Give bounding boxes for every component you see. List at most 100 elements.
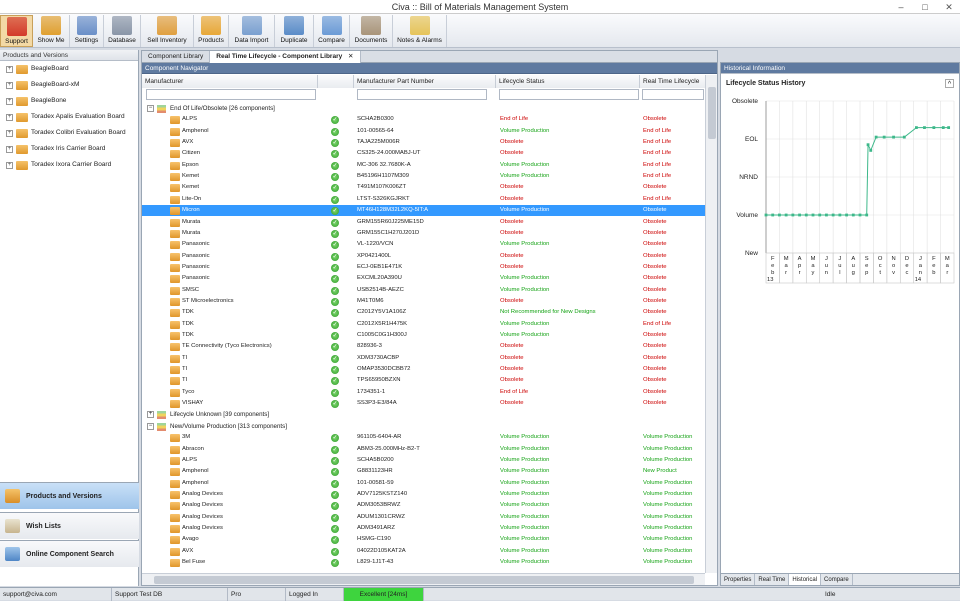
component-row[interactable]: 3M ✓ 961105-6404-AR Volume Production Volume…	[142, 432, 705, 443]
component-row[interactable]: Analog Devices ✓ ADM3491ARZ Volume Producti…	[142, 523, 705, 534]
toolbar-duplicate-button[interactable]: Duplicate	[275, 15, 314, 47]
group-toggle-icon[interactable]: −	[147, 422, 154, 430]
component-row[interactable]: Lite-On ✓ LTST-S326KGJRKT Obsolete End of Li…	[142, 194, 705, 205]
toolbar-support-button[interactable]: Support	[0, 15, 33, 47]
col-part-number[interactable]: Manufacturer Part Number	[354, 75, 496, 88]
part-filter-input[interactable]	[357, 89, 487, 100]
component-icon	[170, 173, 180, 182]
toolbar-documents-button[interactable]: Documents	[350, 15, 393, 47]
expand-icon[interactable]: +	[6, 97, 13, 105]
component-row[interactable]: Panasonic ✓ VL-1220/VCN Volume Production Ob…	[142, 239, 705, 250]
component-row[interactable]: Analog Devices ✓ ADUM1301CRWZ Volume Produc…	[142, 512, 705, 523]
tab-real-time-lifecycle[interactable]: Real Time Lifecycle - Component Library …	[210, 51, 361, 63]
nav-wish-lists[interactable]: Wish Lists	[0, 512, 139, 539]
component-row[interactable]: Kemet ✓ B45196H1107M309 Volume Production En…	[142, 171, 705, 182]
col-real-time-status[interactable]: Real Time Lifecycle Sta	[640, 75, 706, 98]
component-row[interactable]: Panasonic ✓ ECJ-0EB1E471K Obsolete Obsolete	[142, 262, 705, 273]
component-row[interactable]: Panasonic ✓ EXCML20A390U Volume Production O…	[142, 273, 705, 284]
col-manufacturer[interactable]: Manufacturer	[142, 75, 318, 88]
component-row[interactable]: Murata ✓ GRM155R60J225ME15D Obsolete Obsolet…	[142, 217, 705, 228]
vertical-scrollbar[interactable]	[705, 75, 717, 573]
component-row[interactable]: Amphenol ✓ 101-00565-64 Volume Production En…	[142, 126, 705, 137]
horizontal-scrollbar[interactable]	[142, 573, 705, 585]
collapse-chart-button[interactable]: ^	[945, 79, 954, 88]
component-row[interactable]: AVX ✓ TAJA225M006R Obsolete End of Life	[142, 137, 705, 148]
group-row[interactable]: − New/Volume Production [313 components]	[142, 421, 705, 432]
tab-real-time[interactable]: Real Time	[755, 574, 790, 585]
component-row[interactable]: VISHAY ✓ SS3P3-E3/84A Obsolete Obsolete	[142, 398, 705, 409]
toolbar-data-import-button[interactable]: Data Import	[229, 15, 275, 47]
component-row[interactable]: ALPS ✓ SCHA5B0200 Volume Production Volume P…	[142, 455, 705, 466]
component-row[interactable]: TE Connectivity (Tyco Electronics) ✓ 82893…	[142, 341, 705, 352]
tab-compare[interactable]: Compare	[821, 574, 853, 585]
manufacturer-filter-input[interactable]	[146, 89, 316, 100]
nav-online-component-search[interactable]: Online Component Search	[0, 540, 139, 567]
scroll-thumb[interactable]	[154, 576, 694, 584]
product-item[interactable]: + Toradex Apalis Evaluation Board	[0, 109, 138, 125]
toolbar-sell-inventory-button[interactable]: Sell Inventory	[141, 15, 194, 47]
component-row[interactable]: Murata ✓ GRM155C1H270J201D Obsolete Obsolete	[142, 228, 705, 239]
status-filter-input[interactable]	[499, 89, 639, 100]
component-row[interactable]: Analog Devices ✓ ADV7125KSTZ140 Volume Prod…	[142, 489, 705, 500]
product-item[interactable]: + BeagleBoard	[0, 61, 138, 77]
component-row[interactable]: TDK ✓ C2012Y5V1A106Z Not Recommended for Ne…	[142, 307, 705, 318]
component-row[interactable]: Tyco ✓ 1734351-1 End of Life Obsolete	[142, 387, 705, 398]
product-item[interactable]: + BeagleBone	[0, 93, 138, 109]
expand-icon[interactable]: +	[6, 113, 13, 121]
component-row[interactable]: Micron ✓ MT46H128M32L2KQ-5IT:A Volume Produ…	[142, 205, 705, 217]
check-icon: ✓	[331, 150, 339, 159]
component-row[interactable]: Citizen ✓ CS325-24.000MABJ-UT Obsolete End o…	[142, 148, 705, 159]
component-row[interactable]: Abracon ✓ ABM3-25.000MHz-B2-T Volume Produc…	[142, 444, 705, 455]
product-item[interactable]: + Toradex Colibri Evaluation Board	[0, 125, 138, 141]
scroll-thumb[interactable]	[708, 87, 716, 139]
group-toggle-icon[interactable]: −	[147, 105, 154, 112]
expand-icon[interactable]: +	[6, 161, 13, 169]
minimize-button[interactable]: –	[890, 0, 912, 14]
component-row[interactable]: Amphenol ✓ 101-00581-59 Volume Production Vo…	[142, 478, 705, 489]
component-row[interactable]: Bel Fuse ✓ L829-1J1T-43 Volume Production Vo…	[142, 557, 705, 568]
status-login: Logged In	[286, 588, 344, 601]
group-row[interactable]: − End Of Life/Obsolete [26 components]	[142, 103, 705, 114]
toolbar-products-button[interactable]: Products	[194, 15, 229, 47]
group-toggle-icon[interactable]: +	[147, 411, 154, 419]
component-row[interactable]: SMSC ✓ USB2514B-AEZC Volume Production Obsol…	[142, 285, 705, 296]
col-lifecycle-status[interactable]: Lifecycle Status	[496, 75, 640, 88]
expand-icon[interactable]: +	[6, 81, 13, 89]
component-row[interactable]: Epson ✓ MC-306 32.7680K-A Volume Production…	[142, 160, 705, 171]
maximize-button[interactable]: □	[914, 0, 936, 14]
close-window-button[interactable]: ✕	[938, 0, 960, 14]
product-item[interactable]: + Toradex Iris Carrier Board	[0, 141, 138, 157]
product-item[interactable]: + BeagleBoard-xM	[0, 77, 138, 93]
part-number-cell: XP0421400L	[357, 252, 392, 259]
component-row[interactable]: TDK ✓ C1005C0G1H300J Volume Production Obsol…	[142, 330, 705, 341]
tab-properties[interactable]: Properties	[721, 574, 756, 585]
nav-products-and-versions[interactable]: Products and Versions	[0, 482, 139, 509]
toolbar-compare-button[interactable]: Compare	[314, 15, 350, 47]
component-row[interactable]: Analog Devices ✓ ADM3053BRWZ Volume Product…	[142, 500, 705, 511]
product-item[interactable]: + Toradex Ixora Carrier Board	[0, 157, 138, 173]
component-row[interactable]: Amphenol ✓ G8831123HR Volume Production New …	[142, 466, 705, 477]
group-row[interactable]: + Lifecycle Unknown [39 components]	[142, 409, 705, 420]
toolbar-show-me-button[interactable]: Show Me	[33, 15, 70, 47]
component-row[interactable]: TI ✓ XDM3730ACBP Obsolete Obsolete	[142, 353, 705, 364]
toolbar-notes-alarms-button[interactable]: Notes & Alarms	[393, 15, 447, 47]
tab-historical[interactable]: Historical	[789, 574, 822, 585]
tab-component-library[interactable]: Component Library	[142, 51, 211, 63]
component-row[interactable]: AVX ✓ 04022D105KAT2A Volume Production Volum…	[142, 546, 705, 557]
expand-icon[interactable]: +	[6, 145, 13, 153]
component-row[interactable]: Avago ✓ HSMG-C190 Volume Production Volume P…	[142, 534, 705, 545]
col-status-icon[interactable]	[318, 75, 354, 88]
component-row[interactable]: TI ✓ TPS65950BZXN Obsolete Obsolete	[142, 375, 705, 386]
component-row[interactable]: ST Microelectronics ✓ M41T0M6 Obsolete Obsol…	[142, 296, 705, 307]
expand-icon[interactable]: +	[6, 129, 13, 137]
component-row[interactable]: Panasonic ✓ XP0421400L Obsolete Obsolete	[142, 251, 705, 262]
close-tab-icon[interactable]: ✕	[348, 53, 353, 60]
component-row[interactable]: ALPS ✓ SCHA2B0300 End of Life Obsolete	[142, 114, 705, 125]
component-row[interactable]: TI ✓ OMAP3530DCBB72 Obsolete Obsolete	[142, 364, 705, 375]
toolbar-database-button[interactable]: Database	[104, 15, 141, 47]
realtime-filter-input[interactable]	[642, 89, 704, 100]
component-row[interactable]: Kemet ✓ T491M107K006ZT Obsolete Obsolete	[142, 182, 705, 193]
expand-icon[interactable]: +	[6, 65, 13, 73]
toolbar-settings-button[interactable]: Settings	[70, 15, 104, 47]
component-row[interactable]: TDK ✓ C2012X5R1H475K Volume Production End o…	[142, 319, 705, 330]
